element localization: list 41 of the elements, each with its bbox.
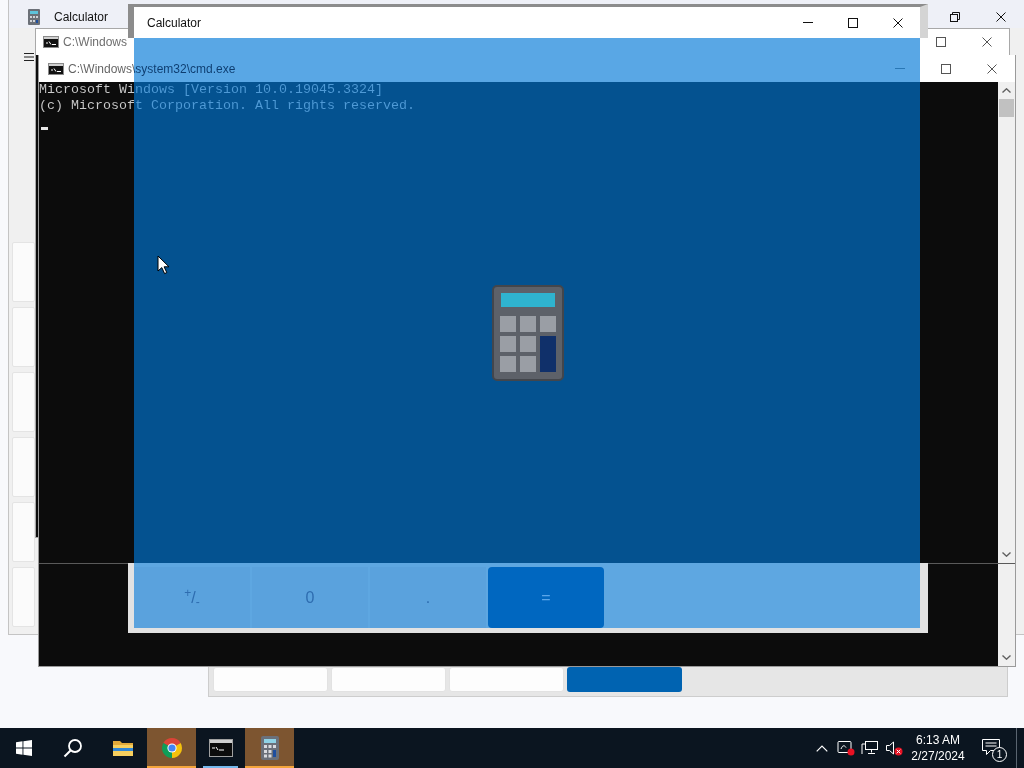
calculator-key[interactable]: $^{+}$/$_{-}$ bbox=[134, 567, 250, 628]
folder-icon bbox=[111, 739, 134, 757]
scrollbar-thumb[interactable] bbox=[999, 99, 1014, 117]
maximize-icon bbox=[941, 63, 951, 74]
window-title: C:\Windows bbox=[63, 34, 127, 51]
chevron-up-icon bbox=[816, 744, 828, 752]
menu-icon bbox=[24, 52, 34, 62]
search-icon bbox=[63, 738, 83, 758]
close-icon bbox=[987, 63, 997, 74]
calculator-key[interactable]: . bbox=[370, 567, 486, 628]
window-alert-icon bbox=[837, 740, 855, 756]
minimize-icon bbox=[895, 68, 905, 69]
notification-button[interactable]: 1 bbox=[970, 728, 1016, 768]
pointer-icon bbox=[157, 255, 170, 275]
window-title: Calculator bbox=[147, 14, 202, 32]
close-icon bbox=[996, 12, 1006, 22]
start-logo-icon bbox=[16, 740, 32, 756]
console-icon bbox=[208, 739, 233, 757]
console-icon bbox=[48, 62, 64, 75]
muted-speaker-icon bbox=[885, 740, 903, 756]
calculator-icon bbox=[260, 736, 279, 760]
notification-badge: 1 bbox=[992, 747, 1007, 762]
maximize-icon bbox=[936, 37, 946, 47]
chevron-down-icon bbox=[1002, 552, 1011, 557]
text-cursor-icon bbox=[41, 127, 48, 130]
calculator-key[interactable]: = bbox=[488, 567, 604, 628]
calculator-icon bbox=[28, 9, 40, 25]
close-icon bbox=[892, 17, 903, 28]
chevron-down-icon bbox=[1002, 655, 1011, 660]
chevron-up-icon bbox=[1002, 88, 1011, 93]
window-title: Calculator bbox=[54, 9, 109, 26]
network-icon bbox=[861, 740, 879, 756]
console-icon bbox=[43, 36, 59, 48]
browser-icon bbox=[160, 737, 183, 759]
notification-icon bbox=[981, 738, 1001, 756]
calculator-icon bbox=[491, 285, 564, 381]
maximize-icon bbox=[847, 17, 858, 28]
restore-icon bbox=[950, 12, 960, 22]
minimize-icon bbox=[802, 22, 813, 23]
clock-button[interactable]: 6:13 AM 2/27/2024 bbox=[906, 728, 970, 768]
close-icon bbox=[982, 37, 992, 47]
